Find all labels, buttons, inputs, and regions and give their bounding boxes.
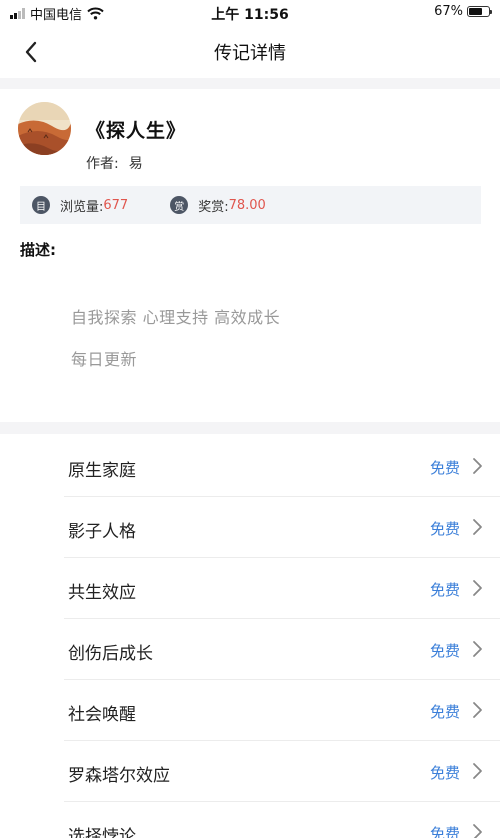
chapter-price: 免费 xyxy=(429,642,460,660)
chevron-right-icon xyxy=(473,580,482,596)
chevron-right-icon xyxy=(473,519,482,535)
chapter-item[interactable]: 社会唤醒 免费 xyxy=(64,680,500,741)
section-divider xyxy=(0,78,500,89)
nav-bar: 传记详情 xyxy=(0,26,500,78)
battery-icon xyxy=(467,6,492,17)
page-title: 传记详情 xyxy=(214,43,286,64)
description-line: 每日更新 xyxy=(71,350,138,369)
chapter-title: 原生家庭 xyxy=(68,461,136,481)
status-bar: 中国电信 上午 11:56 67% xyxy=(0,0,500,26)
views-label: 浏览量: xyxy=(60,199,104,215)
chapter-title: 社会唤醒 xyxy=(68,705,136,725)
book-cover-image xyxy=(18,102,71,155)
book-author: 作者: 易 xyxy=(86,153,143,173)
chapter-title: 共生效应 xyxy=(68,583,136,603)
chevron-right-icon xyxy=(473,824,482,838)
chapter-title: 选择悖论 xyxy=(68,827,136,838)
status-time: 上午 11:56 xyxy=(211,7,289,23)
chapter-price: 免费 xyxy=(429,581,460,599)
views-icon: 目 xyxy=(32,196,50,214)
chapter-item[interactable]: 创伤后成长 免费 xyxy=(64,619,500,680)
chapter-price: 免费 xyxy=(429,459,460,477)
section-divider xyxy=(0,422,500,434)
author-name: 易 xyxy=(128,156,143,172)
chapter-item[interactable]: 共生效应 免费 xyxy=(64,558,500,619)
chapter-price: 免费 xyxy=(429,764,460,782)
chapter-title: 创伤后成长 xyxy=(68,644,153,664)
chapter-price: 免费 xyxy=(429,825,460,838)
chevron-right-icon xyxy=(473,702,482,718)
book-title: 《探人生》 xyxy=(86,120,187,142)
battery-fill xyxy=(469,8,482,15)
desert-landscape-image xyxy=(18,102,71,155)
views-value: 677 xyxy=(103,197,129,213)
chevron-right-icon xyxy=(473,458,482,474)
chapter-title: 影子人格 xyxy=(68,522,136,542)
chapter-price: 免费 xyxy=(429,703,460,721)
chapter-list: 原生家庭 免费 影子人格 免费 共生效应 免费 创伤后成长 免费 社会唤醒 免费… xyxy=(0,436,500,838)
reward-icon: 赏 xyxy=(170,196,189,214)
chevron-right-icon xyxy=(473,763,482,779)
chapter-item[interactable]: 原生家庭 免费 xyxy=(64,436,500,497)
chapter-price: 免费 xyxy=(429,520,460,538)
views-stat: 目 浏览量: 677 xyxy=(32,196,128,215)
reward-value: 78.00 xyxy=(228,197,266,213)
battery-percent: 67% xyxy=(434,4,463,19)
description-line: 自我探索 心理支持 高效成长 xyxy=(71,308,281,327)
chapter-title: 罗森塔尔效应 xyxy=(68,766,170,786)
status-right: 67% xyxy=(434,4,492,19)
author-label: 作者: xyxy=(86,156,119,172)
reward-stat: 赏 奖赏: 78.00 xyxy=(170,196,266,215)
reward-label: 奖赏: xyxy=(198,199,229,215)
description-label: 描述: xyxy=(20,241,56,259)
chevron-right-icon xyxy=(473,641,482,657)
chapter-item[interactable]: 选择悖论 免费 xyxy=(64,802,500,838)
chapter-item[interactable]: 影子人格 免费 xyxy=(64,497,500,558)
stats-row: 目 浏览量: 677 赏 奖赏: 78.00 xyxy=(20,186,481,224)
chapter-item[interactable]: 罗森塔尔效应 免费 xyxy=(64,741,500,802)
